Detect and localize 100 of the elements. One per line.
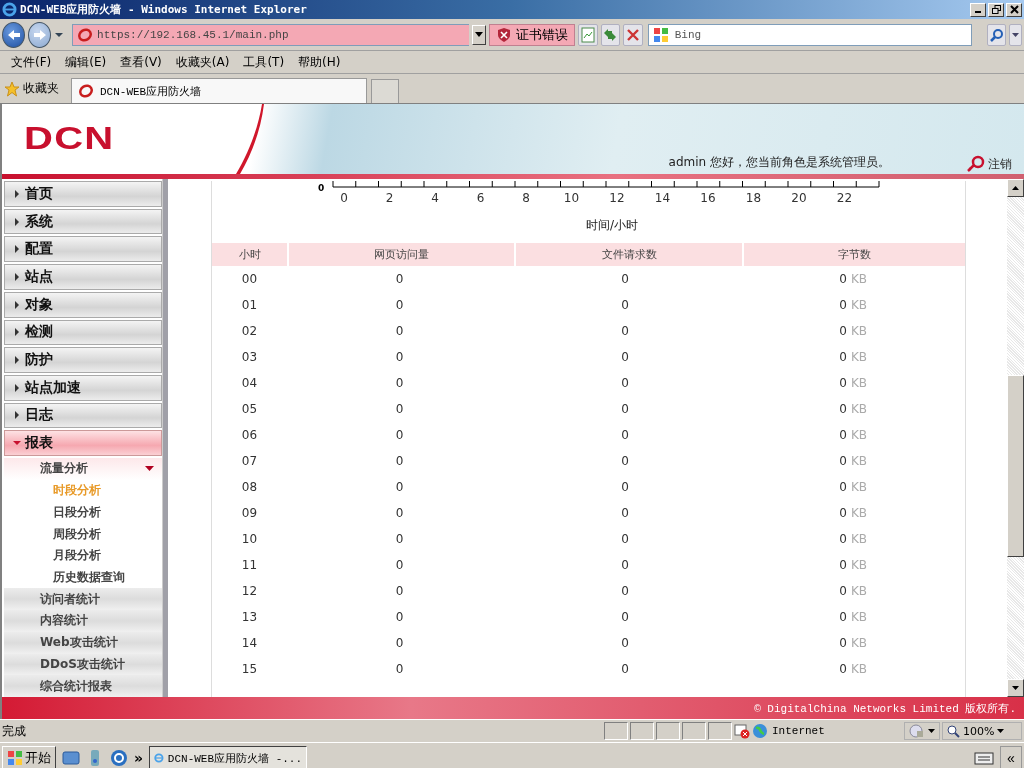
scroll-up-button[interactable] (1007, 179, 1024, 197)
restore-button[interactable] (988, 2, 1004, 17)
table-cell: 0 (621, 350, 629, 364)
favorites-button[interactable]: 收藏夹 (2, 80, 67, 97)
swoosh-drawing (234, 104, 264, 174)
browser-tab[interactable]: DCN-WEB应用防火墙 (71, 78, 367, 103)
sidebar-item[interactable]: 日志 (4, 402, 162, 429)
tick-label: 0 (340, 191, 348, 205)
minimize-button[interactable] (970, 2, 986, 17)
more-button[interactable]: » (134, 750, 144, 766)
start-button[interactable]: 开始 (2, 746, 56, 768)
search-field[interactable]: Bing (647, 23, 972, 46)
stop-button[interactable] (623, 23, 643, 46)
certificate-error-button[interactable]: 证书错误 (488, 23, 575, 46)
menu-item[interactable]: 文件(F) (4, 53, 59, 71)
dropdown-arrow-icon[interactable] (54, 31, 64, 38)
caret-down-icon (13, 439, 21, 448)
table-cell: 06 (241, 428, 258, 442)
caret-icon (928, 729, 935, 733)
column-header: 小时 (212, 243, 289, 266)
sidebar-subitem[interactable]: DDoS攻击统计 (4, 653, 162, 676)
table-cell: 0 (839, 558, 847, 572)
sidebar-subitem[interactable]: 内容统计 (4, 610, 162, 632)
caret-up-icon (1012, 186, 1019, 190)
menu-item[interactable]: 工具(T) (236, 53, 292, 71)
sidebar-item[interactable]: 站点加速 (4, 374, 162, 401)
table-cell: 09 (241, 506, 258, 520)
sidebar-item[interactable]: 防护 (4, 347, 162, 373)
keyboard-icon[interactable] (974, 751, 994, 765)
table-cell: 0 (621, 610, 629, 624)
sidebar-item[interactable]: 配置 (4, 236, 162, 263)
sidebar-link[interactable]: 月段分析 (2, 544, 162, 567)
search-button[interactable] (986, 23, 1007, 46)
logout-link[interactable]: 注销 (966, 155, 1012, 173)
search-icon (989, 27, 1004, 42)
sidebar-link[interactable]: 历史数据查询 (2, 566, 162, 589)
close-button[interactable] (1006, 2, 1022, 17)
address-field[interactable]: https://192.168.45.1/main.php (72, 23, 469, 46)
menu-item[interactable]: 编辑(E) (58, 53, 114, 71)
sidebar-link[interactable]: 日段分析 (2, 501, 162, 524)
taskbar-window-button[interactable]: DCN-WEB应用防火墙 -... (149, 746, 308, 768)
address-dropdown-button[interactable] (471, 24, 486, 45)
zoom-button[interactable]: 100% (942, 722, 1022, 740)
close-icon (1009, 5, 1019, 14)
axis-label: 0 (318, 183, 325, 193)
table-cell: 15 (241, 662, 258, 676)
menu-item[interactable]: 查看(V) (113, 53, 169, 71)
collapse-button[interactable]: « (1000, 746, 1022, 768)
browser-logo-icon (2, 2, 17, 17)
sidebar-subitem[interactable]: Web攻击统计 (4, 631, 162, 654)
sidebar-subitem[interactable]: 综合统计报表 (4, 675, 162, 697)
table-cell: 14 (241, 636, 258, 650)
forward-button[interactable] (28, 21, 52, 48)
unit-label: KB (850, 480, 867, 494)
splitter-handle[interactable] (162, 179, 168, 697)
refresh-button[interactable] (600, 23, 621, 46)
desktop-icon[interactable] (62, 749, 80, 767)
status-pane (630, 722, 654, 740)
table-cell: 0 (839, 402, 847, 416)
scroll-thumb[interactable] (1007, 375, 1024, 557)
table-cell: 0 (395, 662, 404, 676)
unit-label: KB (850, 584, 867, 598)
unit-label: KB (850, 532, 867, 546)
menu-item[interactable]: 帮助(H) (291, 53, 348, 71)
search-options-button[interactable] (1009, 23, 1022, 46)
sidebar-subitem[interactable]: 访问者统计 (4, 588, 162, 611)
scroll-down-button[interactable] (1007, 679, 1024, 697)
logo: DCN (24, 120, 115, 157)
back-button[interactable] (2, 21, 26, 48)
tick-label: 6 (476, 191, 485, 205)
table-cell: 0 (839, 584, 847, 598)
sidebar-subitem[interactable]: 流量分析 (4, 458, 162, 480)
scrollbar[interactable] (1007, 179, 1024, 697)
menu-item[interactable]: 收藏夹(A) (168, 53, 237, 71)
table-cell: 0 (395, 584, 404, 598)
sidebar-item[interactable]: 系统 (4, 208, 162, 235)
caret-right-icon (13, 383, 21, 392)
caret-right-icon (13, 245, 21, 254)
table-cell: 0 (839, 454, 847, 468)
sidebar-item[interactable]: 报表 (4, 430, 162, 457)
sidebar-item[interactable]: 对象 (4, 291, 162, 318)
sidebar-link[interactable]: 周段分析 (2, 523, 162, 545)
table-cell: 0 (621, 584, 629, 598)
table-cell: 12 (241, 584, 258, 598)
status-pane (708, 722, 732, 740)
sidebar-item[interactable]: 首页 (4, 181, 162, 207)
caret-right-icon (13, 217, 21, 226)
protected-mode-button[interactable] (904, 722, 940, 740)
tick-label: 20 (791, 191, 807, 205)
unit-label: KB (850, 324, 867, 338)
table-cell: 0 (839, 324, 847, 338)
sidebar-item[interactable]: 站点 (4, 264, 162, 290)
table-cell: 0 (395, 272, 404, 286)
table-cell: 0 (839, 298, 847, 312)
column-header: 文件请求数 (516, 243, 744, 266)
table-cell: 08 (241, 480, 258, 494)
table-cell: 0 (839, 636, 847, 650)
sidebar-item[interactable]: 检测 (4, 319, 162, 346)
table-cell: 0 (621, 454, 629, 468)
stop-icon (624, 26, 641, 43)
